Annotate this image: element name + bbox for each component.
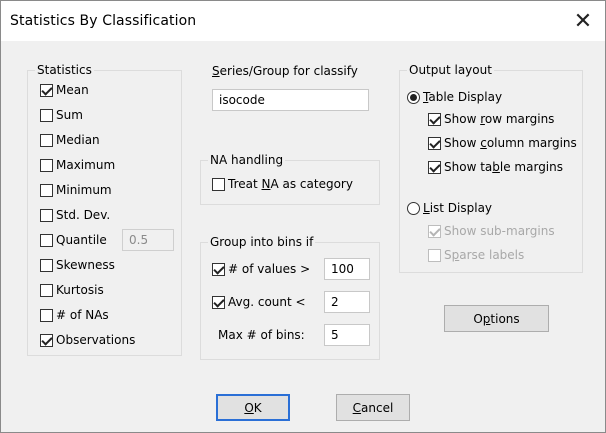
checkbox-icon[interactable] (40, 133, 53, 147)
statistics-group-label: Statistics (35, 63, 94, 77)
max-bins-label: Max # of bins: (218, 328, 305, 342)
stat-quantile-checkbox[interactable]: Quantile (40, 231, 107, 249)
checkbox-icon[interactable] (428, 248, 441, 262)
checkbox-icon[interactable] (40, 108, 53, 122)
avg-count-checkbox[interactable]: Avg. count < (212, 293, 306, 311)
checkbox-icon[interactable] (428, 136, 441, 150)
avg-count-input[interactable]: 2 (324, 291, 370, 313)
radio-icon[interactable] (407, 201, 420, 215)
treat-na-checkbox[interactable]: Treat NA as category (212, 175, 353, 193)
max-bins-input[interactable]: 5 (324, 324, 370, 346)
ok-button[interactable]: OK (216, 394, 290, 421)
checkbox-icon[interactable] (40, 333, 53, 347)
stat-skewness-checkbox[interactable]: Skewness (40, 256, 115, 274)
cancel-button[interactable]: Cancel (336, 394, 410, 421)
row-margins-checkbox[interactable]: Show row margins (428, 110, 554, 128)
list-display-radio[interactable]: List Display (407, 199, 492, 217)
num-values-checkbox[interactable]: # of values > (212, 260, 310, 278)
close-icon[interactable]: ✕ (561, 1, 605, 41)
checkbox-icon[interactable] (428, 160, 441, 174)
checkbox-icon[interactable] (40, 208, 53, 222)
output-layout-group-label: Output layout (407, 63, 494, 77)
checkbox-icon[interactable] (40, 183, 53, 197)
title-bar: Statistics By Classification ✕ (1, 1, 605, 41)
sub-margins-checkbox[interactable]: Show sub-margins (428, 222, 555, 240)
bins-group-label: Group into bins if (208, 235, 316, 249)
table-display-radio[interactable]: Table Display (407, 88, 502, 106)
stat-mean-checkbox[interactable]: Mean (40, 81, 89, 99)
checkbox-icon[interactable] (212, 177, 225, 191)
stat-kurtosis-checkbox[interactable]: Kurtosis (40, 281, 104, 299)
series-label: Series/Group for classify (212, 64, 358, 78)
dialog-title: Statistics By Classification (10, 13, 197, 29)
checkbox-icon[interactable] (212, 295, 225, 309)
sparse-labels-checkbox[interactable]: Sparse labels (428, 246, 524, 264)
stat-minimum-checkbox[interactable]: Minimum (40, 181, 112, 199)
checkbox-icon[interactable] (40, 308, 53, 322)
stat-median-checkbox[interactable]: Median (40, 131, 100, 149)
checkbox-icon[interactable] (40, 258, 53, 272)
dialog-window: Statistics By Classification ✕ Statistic… (0, 0, 606, 433)
stat-sum-checkbox[interactable]: Sum (40, 106, 83, 124)
radio-icon[interactable] (407, 90, 420, 104)
table-margins-checkbox[interactable]: Show table margins (428, 158, 563, 176)
num-values-input[interactable]: 100 (324, 258, 370, 280)
stat-nas-checkbox[interactable]: # of NAs (40, 306, 109, 324)
series-input[interactable]: isocode (212, 89, 369, 111)
checkbox-icon[interactable] (40, 158, 53, 172)
checkbox-icon[interactable] (40, 83, 53, 97)
stat-observations-checkbox[interactable]: Observations (40, 331, 135, 349)
column-margins-checkbox[interactable]: Show column margins (428, 134, 577, 152)
checkbox-icon[interactable] (40, 283, 53, 297)
stat-maximum-checkbox[interactable]: Maximum (40, 156, 115, 174)
checkbox-icon[interactable] (212, 262, 225, 276)
stat-stddev-checkbox[interactable]: Std. Dev. (40, 206, 110, 224)
checkbox-icon[interactable] (428, 112, 441, 126)
na-handling-group-label: NA handling (208, 153, 286, 167)
quantile-input[interactable]: 0.5 (122, 229, 174, 251)
checkbox-icon[interactable] (40, 233, 53, 247)
checkbox-icon[interactable] (428, 224, 441, 238)
options-button[interactable]: Options (444, 305, 549, 332)
